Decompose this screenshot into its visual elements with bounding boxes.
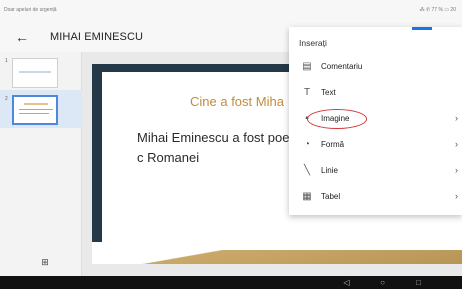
- menu-item-label: Text: [321, 88, 336, 97]
- thumb-line: [19, 113, 49, 114]
- comment-icon: ▤: [302, 61, 312, 72]
- shape-icon: ◔: [303, 139, 311, 150]
- menu-item-line[interactable]: ╲ Linie ›: [289, 158, 462, 184]
- system-nav-bar: ◁ ○ □: [0, 276, 462, 289]
- menu-item-label: Linie: [321, 166, 338, 175]
- add-slide-icon[interactable]: ⊞: [38, 257, 52, 269]
- thumb-line: [19, 71, 51, 73]
- menu-title: Inserați: [299, 38, 327, 48]
- text-box-icon: T: [303, 87, 311, 98]
- status-indicators: ⁂ ✆ 77 % ▭ 20: [419, 7, 456, 13]
- document-title: MIHAI EMINESCU: [50, 31, 144, 43]
- menu-item-text[interactable]: T Text: [289, 80, 462, 106]
- nav-recent-icon[interactable]: □: [414, 278, 423, 287]
- menu-item-shape[interactable]: ◔ Formă ›: [289, 132, 462, 158]
- nav-back-icon[interactable]: ◁: [342, 278, 351, 287]
- status-bar: Doar apeluri de urgență ⁂ ✆ 77 % ▭ 20: [0, 0, 462, 22]
- line-icon: ╲: [303, 165, 311, 176]
- slide-thumbnail-1[interactable]: [12, 58, 58, 88]
- slide-sidebar: 1 2 ⊞: [0, 52, 82, 276]
- nav-home-icon[interactable]: ○: [378, 278, 387, 287]
- status-text: Doar apeluri de urgență: [4, 7, 57, 13]
- table-icon: ▦: [302, 191, 312, 202]
- image-icon: ▪: [305, 113, 309, 124]
- menu-item-label: Tabel: [321, 192, 341, 201]
- menu-accent: [412, 27, 432, 30]
- menu-item-label: Comentariu: [321, 62, 363, 71]
- chevron-right-icon: ›: [455, 139, 458, 149]
- menu-item-image[interactable]: ▪ Imagine ›: [289, 106, 462, 132]
- menu-item-label: Formă: [321, 140, 345, 149]
- slide-number: 2: [5, 96, 8, 102]
- menu-item-table[interactable]: ▦ Tabel ›: [289, 184, 462, 210]
- menu-item-comment[interactable]: ▤ Comentariu: [289, 54, 462, 80]
- slide-number: 1: [5, 58, 8, 64]
- thumb-line: [24, 103, 48, 105]
- arrow-left-icon[interactable]: ←: [13, 28, 31, 46]
- slide-title[interactable]: Cine a fost Miha: [190, 94, 284, 109]
- thumb-line: [19, 109, 53, 110]
- insert-menu: Inserați ▤ Comentariu T Text ▪ Imagine ›…: [289, 27, 462, 215]
- chevron-right-icon: ›: [455, 165, 458, 175]
- slide-thumbnail-2[interactable]: [12, 95, 58, 125]
- chevron-right-icon: ›: [455, 113, 458, 123]
- menu-item-label: Imagine: [321, 114, 350, 123]
- slide-decoration: [92, 64, 102, 264]
- chevron-right-icon: ›: [455, 191, 458, 201]
